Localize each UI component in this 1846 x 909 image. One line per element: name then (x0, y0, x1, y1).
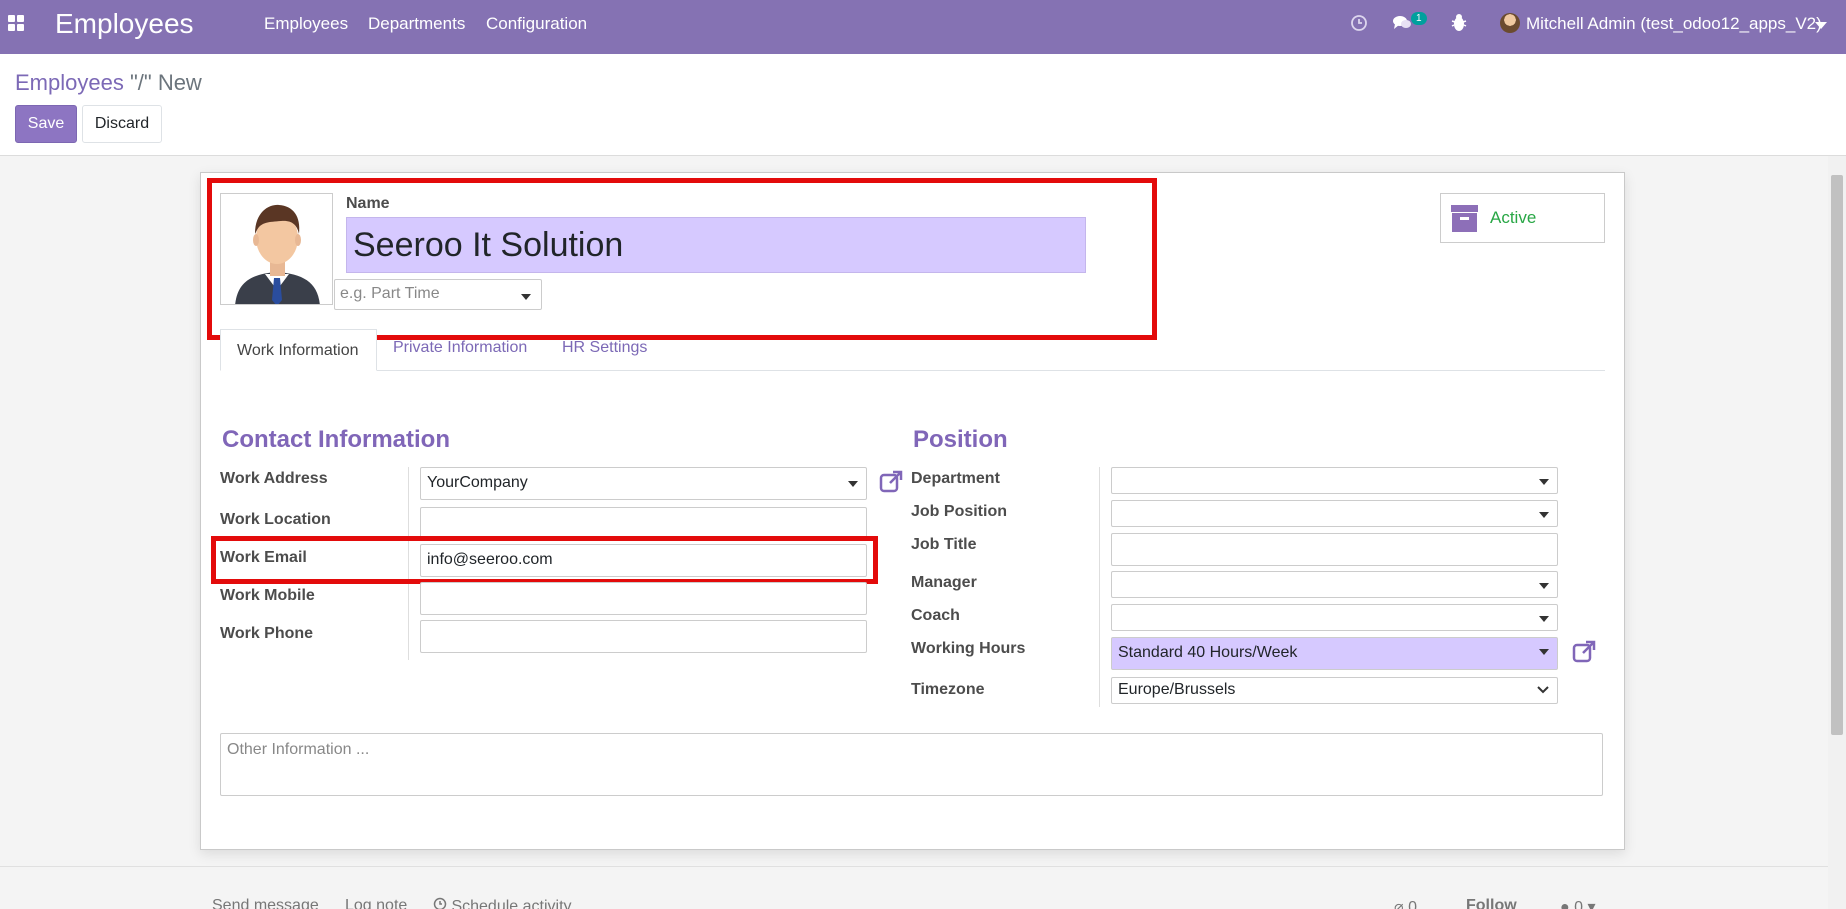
chevron-down-icon[interactable] (848, 481, 858, 487)
timezone-label: Timezone (911, 681, 985, 698)
followers-button[interactable]: ● 0 ▾ (1560, 897, 1596, 909)
breadcrumb: Employees "/" New (15, 70, 202, 96)
clock-icon (433, 897, 447, 909)
position-title: Position (913, 426, 1008, 453)
external-link-icon[interactable] (1572, 639, 1597, 664)
top-navbar: Employees Employees Departments Configur… (0, 0, 1846, 54)
followers-count: 0 (1574, 899, 1584, 909)
breadcrumb-employees-link[interactable]: Employees (15, 70, 124, 95)
job-title-label: Job Title (911, 536, 977, 553)
user-menu[interactable]: Mitchell Admin (test_odoo12_apps_V2) (1526, 14, 1822, 34)
chevron-down-icon: ▾ (1587, 899, 1596, 909)
chevron-down-icon[interactable] (1539, 616, 1549, 622)
activity-clock-icon[interactable] (1350, 14, 1368, 32)
attachments-button[interactable]: ⌀ 0 (1394, 897, 1417, 909)
job-position-label: Job Position (911, 503, 1007, 520)
working-hours-label: Working Hours (911, 640, 1026, 657)
work-mobile-input[interactable] (420, 582, 867, 615)
work-phone-input[interactable] (420, 620, 867, 653)
messages-count-badge: 1 (1411, 12, 1427, 25)
work-mobile-label: Work Mobile (220, 587, 315, 604)
tab-private-information[interactable]: Private Information (393, 339, 527, 357)
work-address-value: YourCompany (427, 474, 528, 491)
work-address-label: Work Address (220, 470, 328, 487)
tabs-divider (220, 370, 1605, 371)
coach-select[interactable] (1111, 604, 1558, 631)
coach-label: Coach (911, 607, 960, 624)
work-address-select[interactable]: YourCompany (420, 467, 867, 500)
work-location-label: Work Location (220, 511, 331, 528)
menu-configuration[interactable]: Configuration (486, 14, 587, 34)
working-hours-value: Standard 40 Hours/Week (1118, 644, 1298, 661)
department-select[interactable] (1111, 467, 1558, 494)
log-note-button[interactable]: Log note (345, 897, 407, 909)
apps-menu-icon[interactable] (8, 15, 24, 31)
external-link-icon[interactable] (879, 469, 904, 494)
menu-employees[interactable]: Employees (264, 14, 348, 34)
annotation-highlight-header (207, 178, 1157, 340)
schedule-activity-button[interactable]: Schedule activity (433, 897, 572, 909)
chevron-down-icon[interactable] (1539, 649, 1549, 655)
other-information-textarea[interactable]: Other Information ... (220, 733, 1603, 796)
messages-chat-icon[interactable] (1392, 14, 1412, 32)
department-label: Department (911, 470, 1000, 487)
app-title: Employees (55, 8, 194, 39)
position-column-divider (1099, 467, 1100, 707)
chevron-down-icon[interactable] (1539, 512, 1549, 518)
manager-label: Manager (911, 574, 977, 591)
user-icon: ● (1560, 899, 1570, 909)
timezone-select[interactable]: Europe/Brussels (1111, 677, 1558, 704)
chatter-divider (0, 866, 1828, 867)
discard-button[interactable]: Discard (82, 105, 162, 143)
save-button[interactable]: Save (15, 105, 77, 143)
user-avatar[interactable] (1500, 13, 1520, 33)
tab-work-information[interactable]: Work Information (220, 329, 377, 371)
active-toggle-button[interactable]: Active (1440, 193, 1605, 243)
manager-select[interactable] (1111, 571, 1558, 598)
chevron-down-icon[interactable] (1539, 583, 1549, 589)
user-menu-chevron-down-icon[interactable] (1815, 22, 1827, 29)
job-title-input[interactable] (1111, 533, 1558, 566)
chevron-down-icon[interactable] (1539, 479, 1549, 485)
work-phone-label: Work Phone (220, 625, 314, 642)
schedule-activity-label: Schedule activity (451, 898, 572, 909)
archive-icon (1451, 204, 1478, 232)
active-label: Active (1490, 208, 1537, 227)
chevron-down-icon[interactable] (1537, 686, 1549, 694)
job-position-select[interactable] (1111, 500, 1558, 527)
paperclip-icon: ⌀ (1394, 899, 1404, 909)
debug-bug-icon[interactable] (1450, 13, 1468, 33)
follow-button[interactable]: Follow (1466, 897, 1517, 909)
send-message-button[interactable]: Send message (212, 897, 319, 909)
scrollbar-thumb[interactable] (1831, 175, 1843, 735)
attachments-count: 0 (1408, 899, 1417, 909)
breadcrumb-current: "/" New (129, 70, 202, 95)
annotation-highlight-email (211, 536, 878, 584)
tab-hr-settings[interactable]: HR Settings (562, 339, 647, 357)
menu-departments[interactable]: Departments (368, 14, 465, 34)
contact-information-title: Contact Information (222, 426, 450, 453)
working-hours-select[interactable]: Standard 40 Hours/Week (1111, 637, 1558, 670)
timezone-value: Europe/Brussels (1118, 681, 1236, 698)
